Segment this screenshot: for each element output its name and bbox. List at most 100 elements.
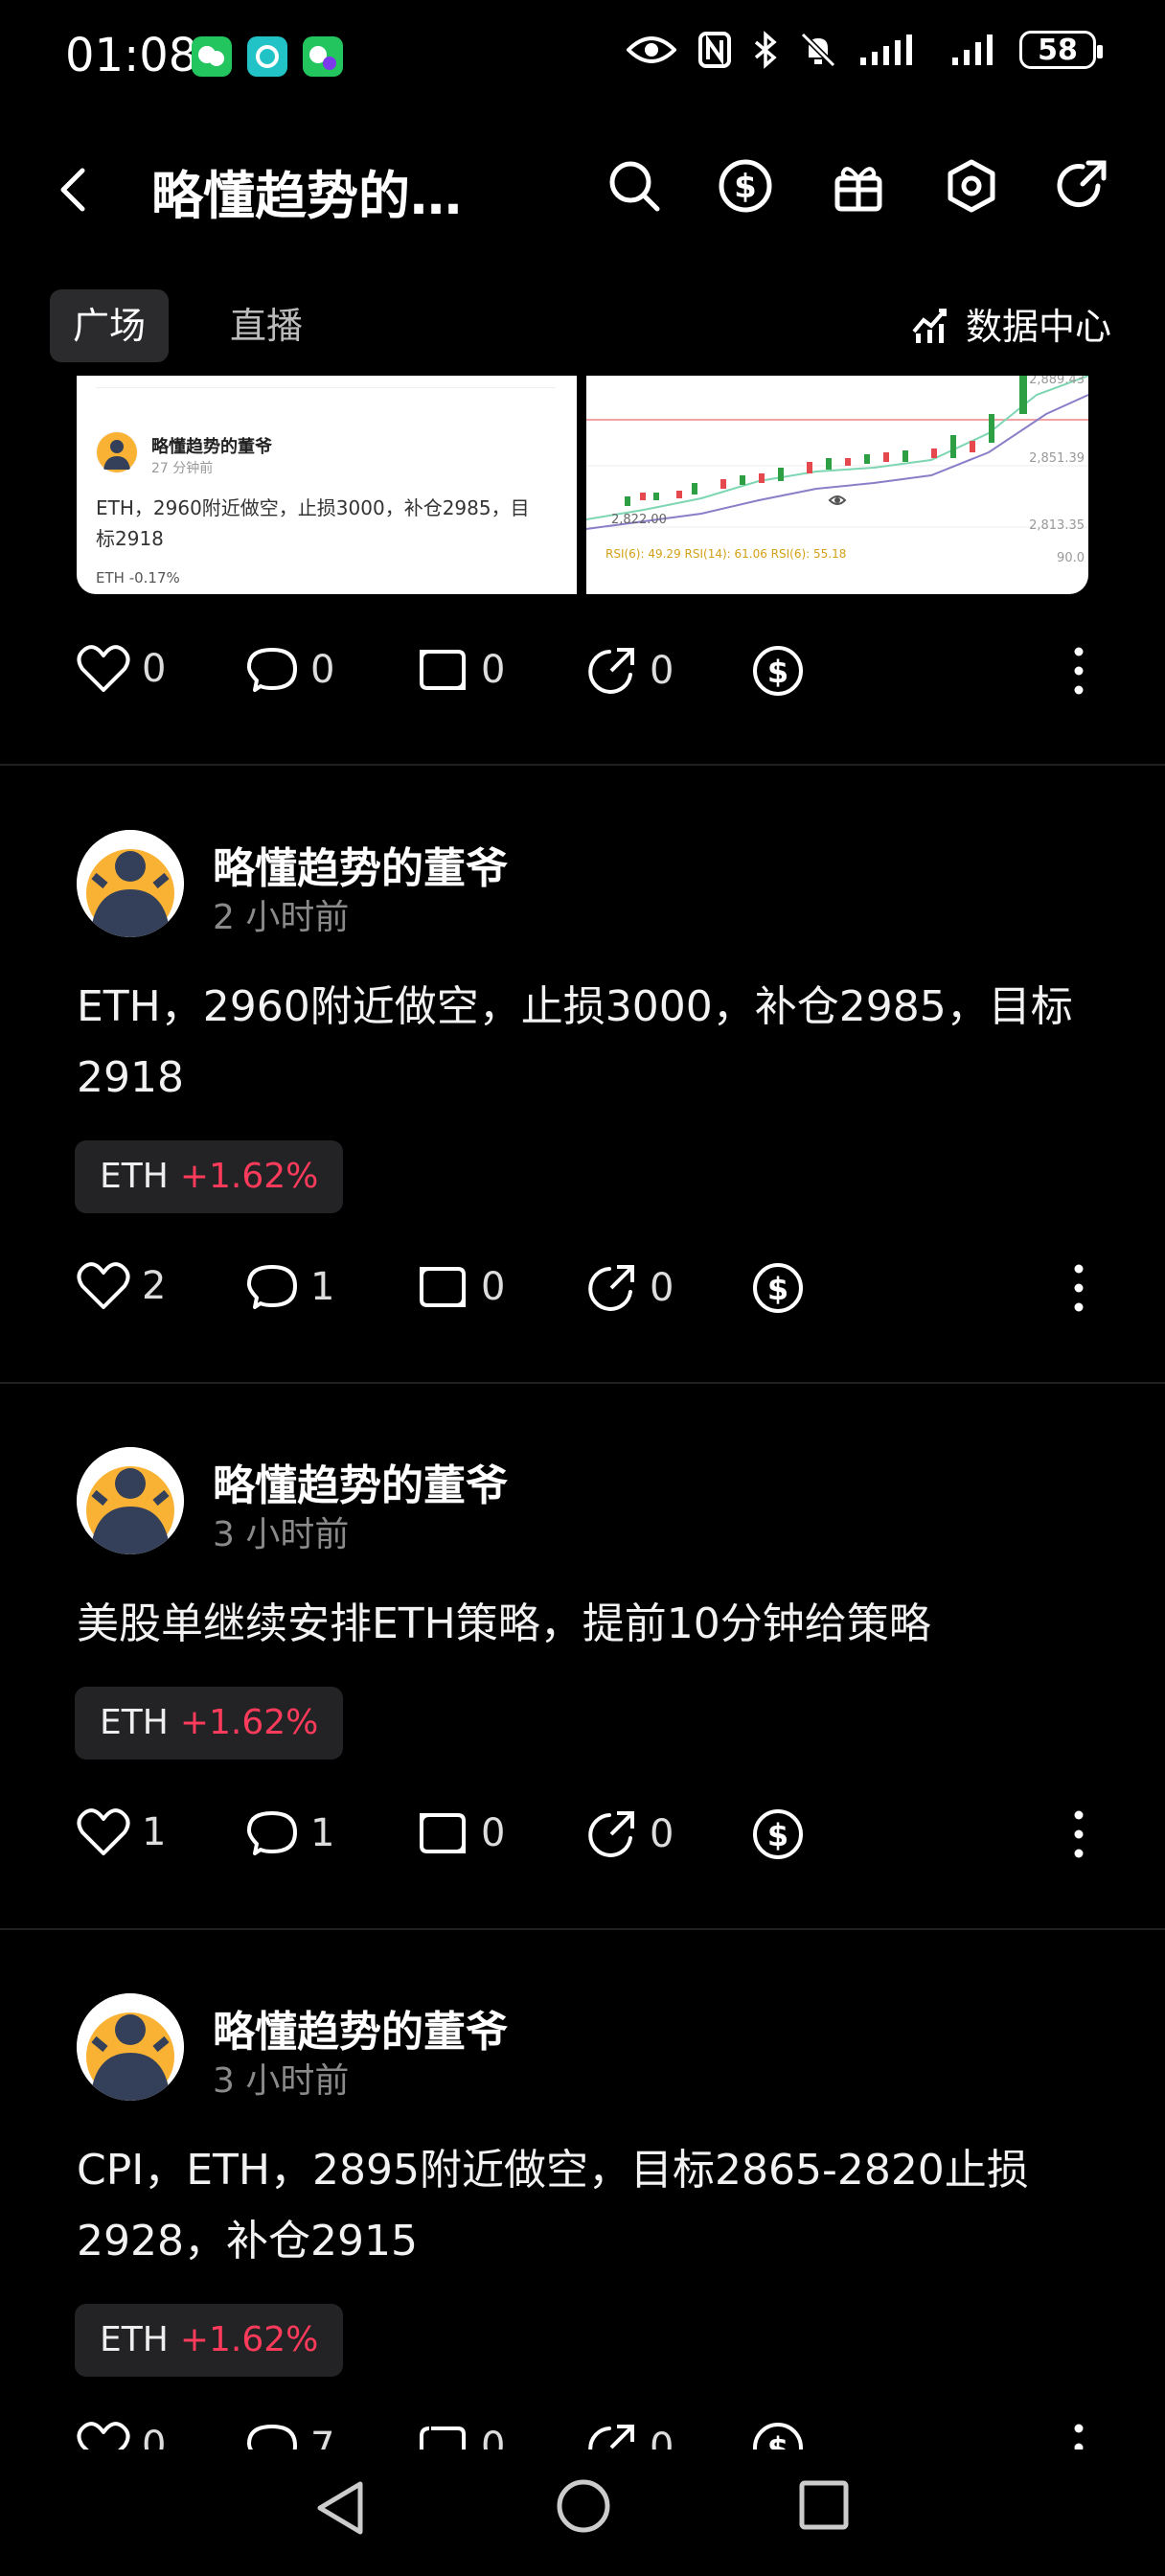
divider: [0, 1928, 1165, 1930]
search-button[interactable]: [605, 157, 663, 218]
dollar-icon: $: [719, 159, 772, 213]
signal-icon-1: [860, 34, 912, 65]
more-button[interactable]: [1069, 646, 1088, 700]
chip-change: +1.62%: [179, 2320, 319, 2359]
hexagon-settings-icon: [948, 159, 995, 213]
ticker-chip[interactable]: ETH +1.62%: [75, 1140, 344, 1213]
signal-icon-2: [952, 34, 993, 65]
like-button[interactable]: 0: [77, 2421, 166, 2450]
like-count: 0: [142, 647, 167, 691]
svg-text:$: $: [734, 168, 757, 206]
comment-icon: [247, 1811, 297, 1855]
ticker-chip[interactable]: ETH +1.62%: [75, 2304, 344, 2377]
avatar[interactable]: [77, 1447, 184, 1554]
author-name[interactable]: 略懂趋势的董爷: [213, 834, 508, 895]
comment-icon: [247, 648, 297, 692]
heart-icon: [77, 1262, 130, 1309]
more-button[interactable]: [1069, 1809, 1088, 1863]
tip-post-button[interactable]: $: [751, 1261, 805, 1315]
repost-icon: [420, 1267, 466, 1307]
back-button[interactable]: [56, 163, 90, 220]
share-post-button[interactable]: 0: [584, 1261, 674, 1315]
repost-count: 0: [481, 1265, 506, 1309]
share-post-button[interactable]: 0: [584, 644, 674, 698]
tip-post-button[interactable]: $: [751, 2421, 805, 2450]
more-button[interactable]: [1069, 1263, 1088, 1317]
comment-button[interactable]: 1: [245, 1261, 334, 1313]
avatar[interactable]: [77, 1993, 184, 2101]
post-text: ETH，2960附近做空，止损3000，补仓2985，目标2918: [77, 982, 1073, 1102]
share-icon: [588, 1265, 634, 1311]
repost-button[interactable]: 0: [416, 1261, 505, 1313]
data-center-button[interactable]: 数据中心: [910, 297, 1111, 350]
divider: [0, 1382, 1165, 1384]
chip-symbol: ETH: [100, 1703, 169, 1742]
post-time: 2 小时前: [213, 898, 350, 937]
tab-square[interactable]: 广场: [50, 289, 170, 362]
post-text: CPI，ETH，2895附近做空，目标2865-2820止损2928，补仓291…: [77, 2146, 1029, 2266]
svg-text:2,851.39: 2,851.39: [1029, 451, 1085, 466]
share-icon: [588, 648, 634, 694]
chart-icon: [912, 308, 947, 343]
repost-count: 0: [481, 1811, 506, 1855]
circle-home-icon: [557, 2479, 610, 2533]
nav-recents-button[interactable]: [797, 2478, 851, 2536]
dollar-icon: $: [753, 1809, 803, 1859]
chip-symbol: ETH: [100, 1157, 169, 1196]
thumb-avatar: [96, 431, 138, 473]
gift-icon: [834, 167, 882, 212]
svg-text:RSI(6): 49.29 RSI(14): 61.06: RSI(6): 49.29 RSI(14): 61.06 RSI(6): 55.…: [605, 547, 846, 561]
tip-button[interactable]: $: [717, 157, 774, 218]
like-button[interactable]: 2: [77, 1261, 166, 1311]
repost-icon: [420, 2426, 466, 2450]
repost-count: 0: [481, 2425, 506, 2450]
dollar-icon: $: [753, 1263, 803, 1313]
app-icon: [247, 36, 287, 77]
more-button[interactable]: [1069, 2423, 1088, 2450]
author-name[interactable]: 略懂趋势的董爷: [213, 1451, 508, 1512]
post-actions: 1 1 0 0 $: [77, 1800, 1088, 1867]
data-center-label: 数据中心: [965, 306, 1111, 348]
tab-live[interactable]: 直播: [207, 289, 326, 362]
nav-back-button[interactable]: [312, 2478, 368, 2542]
gift-button[interactable]: [830, 157, 887, 218]
comment-button[interactable]: 0: [245, 644, 334, 696]
repost-button[interactable]: 0: [416, 2421, 505, 2450]
search-icon: [609, 161, 660, 212]
comment-count: 1: [310, 1811, 335, 1855]
avatar[interactable]: [77, 830, 184, 937]
tip-post-button[interactable]: $: [751, 1807, 805, 1861]
share-post-button[interactable]: 0: [584, 1807, 674, 1861]
thumb-name: 略懂趋势的董爷: [151, 437, 272, 457]
nfc-icon: [698, 32, 731, 68]
svg-text:2,889.43: 2,889.43: [1029, 376, 1085, 387]
share-post-button[interactable]: 0: [584, 2421, 674, 2450]
author-name[interactable]: 略懂趋势的董爷: [213, 1997, 508, 2058]
repost-button[interactable]: 0: [416, 1807, 505, 1859]
post-image-strip: 略懂趋势的董爷 27 分钟前 ETH，2960附近做空，止损3000，补仓298…: [77, 376, 1088, 594]
triangle-back-icon: [317, 2481, 363, 2535]
share-button[interactable]: [1054, 157, 1111, 218]
like-button[interactable]: 1: [77, 1807, 166, 1857]
like-button[interactable]: 0: [77, 644, 166, 694]
svg-text:$: $: [767, 2430, 788, 2450]
ticker-chip[interactable]: ETH +1.62%: [75, 1687, 344, 1760]
svg-text:$: $: [767, 1817, 788, 1853]
svg-text:2,813.35: 2,813.35: [1029, 518, 1085, 533]
post-text: 美股单继续安排ETH策略，提前10分钟给策略: [77, 1599, 931, 1648]
thumb-chip: ETH -0.17%: [96, 569, 180, 586]
post-image-chart[interactable]: 2,889.43 2,851.39 2,813.35 2,822.00 RSI(…: [586, 376, 1088, 594]
more-icon: [1074, 1810, 1084, 1858]
svg-text:$: $: [767, 1271, 788, 1307]
repost-button[interactable]: 0: [416, 644, 505, 696]
nav-home-button[interactable]: [554, 2476, 613, 2540]
post-image-screenshot[interactable]: 略懂趋势的董爷 27 分钟前 ETH，2960附近做空，止损3000，补仓298…: [77, 376, 577, 594]
comment-button[interactable]: 1: [245, 1807, 334, 1859]
settings-button[interactable]: [943, 157, 1000, 218]
tip-post-button[interactable]: $: [751, 644, 805, 698]
comment-button[interactable]: 7: [245, 2421, 334, 2450]
svg-text:$: $: [767, 654, 788, 690]
square-recents-icon: [799, 2480, 849, 2530]
status-time: 01:08: [65, 29, 198, 82]
repost-icon: [420, 650, 466, 690]
